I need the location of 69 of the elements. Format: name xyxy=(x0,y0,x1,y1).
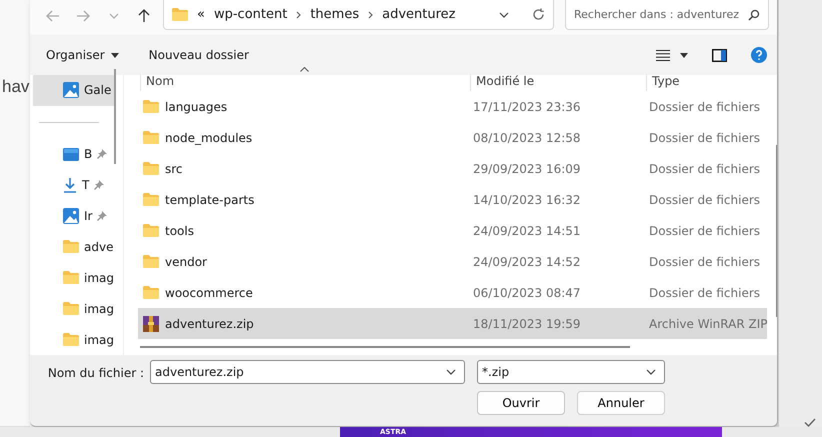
help-icon[interactable] xyxy=(751,47,767,63)
desktop-icon xyxy=(63,148,79,161)
cancel-button[interactable]: Annuler xyxy=(577,391,665,415)
file-row[interactable]: languages 17/11/2023 23:36 Dossier de fichiers xyxy=(138,91,768,122)
file-row[interactable]: adventurez.zip 18/11/2023 19:59 Archive WinRAR ZIP xyxy=(138,308,768,339)
filename-field[interactable]: adventurez.zip xyxy=(150,360,465,384)
image-icon xyxy=(63,82,79,98)
file-row[interactable]: vendor 24/09/2023 14:52 Dossier de fichiers xyxy=(138,246,768,277)
folder-icon xyxy=(143,224,159,237)
horizontal-scrollbar[interactable] xyxy=(140,346,630,348)
chevron-right-icon xyxy=(368,10,374,18)
image-icon xyxy=(63,208,79,224)
archive-icon xyxy=(143,316,159,332)
folder-icon xyxy=(63,240,79,254)
sidebar-item[interactable]: Ir xyxy=(30,200,114,232)
search-field[interactable]: Rechercher dans : adventurez xyxy=(565,0,769,30)
caret-icon xyxy=(110,52,119,58)
breadcrumb[interactable]: wp-content xyxy=(214,7,288,22)
page-text: hav xyxy=(2,77,30,97)
column-header[interactable]: Modifié le xyxy=(470,74,646,91)
dropdown-icon xyxy=(499,12,509,18)
folder-icon xyxy=(143,193,159,206)
arrow-left-icon xyxy=(46,10,60,22)
file-row[interactable]: node_modules 08/10/2023 12:58 Dossier de fichiers xyxy=(138,122,768,153)
file-row[interactable]: template-parts 14/10/2023 16:32 Dossier de fichiers xyxy=(138,184,768,215)
sidebar-item[interactable]: Gale xyxy=(33,75,114,106)
folder-icon xyxy=(63,271,79,284)
caret-icon[interactable] xyxy=(680,52,688,58)
file-type-dropdown[interactable]: *.zip xyxy=(477,360,665,384)
refresh-icon[interactable] xyxy=(532,8,545,21)
new-folder-button[interactable]: Nouveau dossier xyxy=(142,44,255,66)
overflow-crumb[interactable]: « xyxy=(197,7,205,22)
folder-icon xyxy=(143,162,159,175)
folder-icon xyxy=(172,8,188,21)
preview-pane-icon[interactable] xyxy=(712,48,727,62)
chevron-right-icon xyxy=(296,10,302,18)
file-row[interactable]: tools 24/09/2023 14:51 Dossier de fichiers xyxy=(138,215,768,246)
chevron-icon xyxy=(646,369,656,375)
download-icon xyxy=(63,177,77,194)
sidebar-item[interactable]: adve xyxy=(30,232,114,262)
sidebar-item[interactable]: T xyxy=(30,170,114,201)
folder-icon xyxy=(143,255,159,268)
search-icon xyxy=(748,8,760,20)
checkmark-icon xyxy=(804,418,816,427)
sidebar-item[interactable]: imag xyxy=(30,293,114,324)
scrollbar-thumb[interactable] xyxy=(114,69,116,164)
sidebar-item[interactable]: imag xyxy=(30,262,114,294)
file-row[interactable]: src 29/09/2023 16:09 Dossier de fichiers xyxy=(138,153,768,184)
arrow-up-icon xyxy=(138,9,150,23)
sidebar-item[interactable]: B xyxy=(30,138,114,170)
sidebar-item[interactable]: imag xyxy=(30,324,114,355)
organise-button[interactable]: Organiser xyxy=(40,44,125,66)
folder-icon xyxy=(63,333,79,346)
address-bar[interactable]: « wp-content themes adventurez xyxy=(163,0,554,30)
open-button[interactable]: Ouvrir xyxy=(477,391,565,415)
file-row[interactable]: woocommerce 06/10/2023 08:47 Dossier de fichiers xyxy=(138,277,768,308)
column-header[interactable]: Nom xyxy=(140,74,470,91)
folder-icon xyxy=(143,131,159,144)
breadcrumb[interactable]: themes xyxy=(310,7,360,22)
chevron-icon xyxy=(446,369,456,375)
sort-caret-icon xyxy=(300,67,309,72)
folder-icon xyxy=(143,286,159,299)
breadcrumb[interactable]: adventurez xyxy=(382,7,456,22)
list-view-icon[interactable] xyxy=(656,50,670,60)
filename-label: Nom du fichier : xyxy=(48,366,145,380)
arrow-right-icon xyxy=(76,10,90,22)
folder-icon xyxy=(143,100,159,113)
chevron-icon xyxy=(108,13,119,19)
folder-icon xyxy=(63,302,79,316)
